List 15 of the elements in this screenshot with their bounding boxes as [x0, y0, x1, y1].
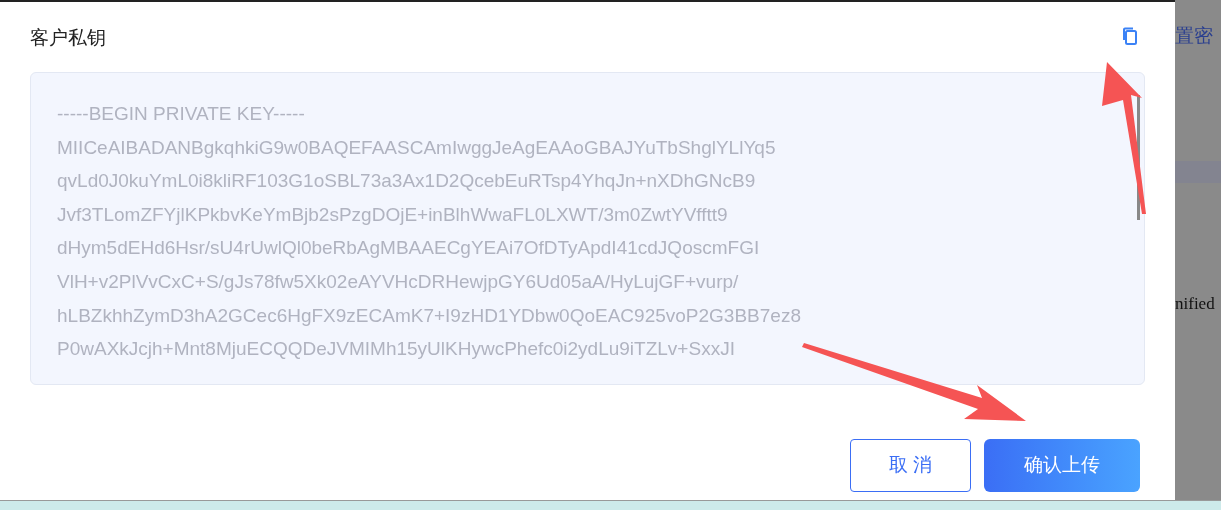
background-text: 置密: [1175, 24, 1214, 48]
confirm-upload-button[interactable]: 确认上传: [984, 439, 1140, 492]
key-line: P0wAXkJcjh+Mnt8MjuECQQDeJVMIMh15yUlKHywcPhefc0i2ydLu9iTZLv+SxxJI: [57, 337, 735, 362]
background-text: nified: [1175, 292, 1215, 315]
key-line: MIICeAIBADANBgkqhkiG9w0BAQEFAASCAmIwggJeAgEAAoGBAJYuTbShglYLlYq5: [57, 135, 776, 160]
key-line: VlH+v2PlVvCxC+S/gJs78fw5Xk02eAYVHcDRHewjpGY6Ud05aA/HyLujGF+vurp/: [57, 269, 739, 294]
key-line: qvLd0J0kuYmL0i8kliRF103G1oSBL73a3Ax1D2QcebEuRTsp4YhqJn+nXDhGNcB9: [57, 169, 756, 194]
copy-icon[interactable]: [1122, 27, 1138, 45]
private-key-field[interactable]: [30, 72, 1145, 385]
dialog-title: 客户私钥: [30, 25, 106, 50]
cancel-button[interactable]: 取 消: [850, 439, 971, 492]
key-line: hLBZkhhZymD3hA2GCec6HgFX9zECAmK7+I9zHD1YDbw0QoEAC925voP2G3BB7ez8: [57, 303, 801, 328]
key-line: dHym5dEHd6Hsr/sU4rUwlQl0beRbAgMBAAECgYEAi7OfDTyApdI41cdJQoscmFGI: [57, 236, 760, 261]
key-line: Jvf3TLomZFYjlKPkbvKeYmBjb2sPzgDOjE+inBlhWwaFL0LXWT/3m0ZwtYVfftt9: [57, 202, 728, 227]
key-line: -----BEGIN PRIVATE KEY-----: [57, 102, 305, 126]
